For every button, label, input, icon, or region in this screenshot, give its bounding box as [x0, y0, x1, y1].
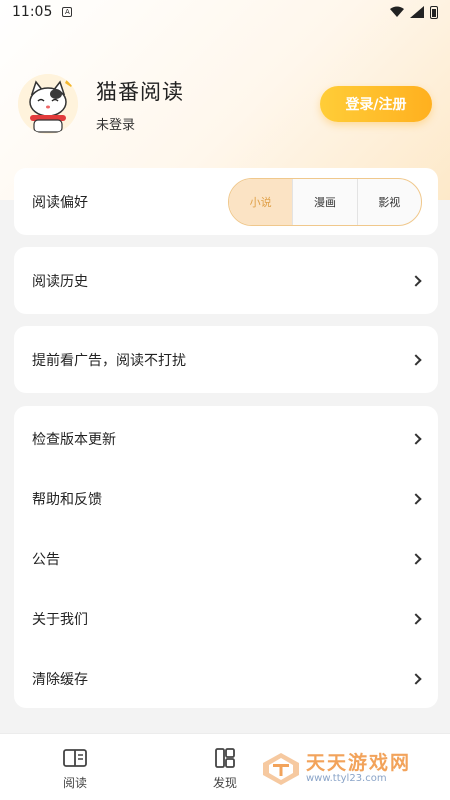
profile-header: 猫番阅读 未登录 登录/注册: [18, 72, 432, 136]
pref-option-novel[interactable]: 小说: [229, 179, 293, 225]
discover-grid-icon: [215, 748, 235, 768]
watermark-title: 天天游戏网: [306, 752, 412, 774]
nav-tab-label: 发现: [212, 776, 237, 790]
menu-item-about-us[interactable]: 关于我们: [14, 589, 438, 649]
chevron-right-icon: [410, 613, 422, 625]
avatar[interactable]: [18, 74, 78, 134]
chevron-right-icon: [410, 673, 422, 685]
login-register-button[interactable]: 登录/注册: [320, 86, 432, 122]
login-state-text: 未登录: [96, 117, 136, 133]
nav-tab-label: 阅读: [62, 776, 87, 790]
reading-preference-label: 阅读偏好: [32, 194, 88, 211]
nav-tab-read[interactable]: 阅读: [0, 734, 150, 800]
menu-item-announcement[interactable]: 公告: [14, 529, 438, 589]
menu-item-watch-ads[interactable]: 提前看广告，阅读不打扰: [14, 326, 438, 393]
menu-item-clear-cache[interactable]: 清除缓存: [14, 649, 438, 709]
menu-item-label: 帮助和反馈: [32, 492, 102, 508]
menu-item-help-feedback[interactable]: 帮助和反馈: [14, 469, 438, 529]
menu-item-label: 公告: [32, 552, 60, 568]
watermark: 天天游戏网 www.ttyl23.com: [262, 752, 411, 786]
reading-preference-selector: 小说 漫画 影视: [228, 178, 422, 226]
status-bar: 11:05 A: [0, 0, 450, 24]
pref-option-video[interactable]: 影视: [356, 179, 421, 225]
menu-item-check-update[interactable]: 检查版本更新: [14, 409, 438, 469]
menu-item-label: 检查版本更新: [32, 432, 116, 448]
menu-item-label: 阅读历史: [32, 273, 88, 290]
watermark-url: www.ttyl23.com: [306, 773, 387, 784]
wifi-icon: [390, 6, 404, 17]
chevron-right-icon: [410, 493, 422, 505]
chevron-right-icon: [410, 274, 422, 287]
app-name: 猫番阅读: [96, 79, 184, 104]
menu-item-label: 提前看广告，阅读不打扰: [32, 352, 186, 369]
menu-item-reading-history[interactable]: 阅读历史: [14, 247, 438, 314]
reading-preference-card: 阅读偏好 小说 漫画 影视: [14, 168, 438, 235]
chevron-right-icon: [410, 433, 422, 445]
watch-ads-card[interactable]: 提前看广告，阅读不打扰: [14, 326, 438, 393]
sim-icon: A: [62, 7, 73, 17]
cat-avatar-icon: [18, 74, 78, 134]
pref-option-comic[interactable]: 漫画: [292, 179, 356, 225]
reading-preference-row: 阅读偏好 小说 漫画 影视: [14, 168, 438, 235]
menu-item-label: 清除缓存: [32, 672, 88, 688]
signal-icon: [410, 6, 424, 18]
settings-menu-card: 检查版本更新 帮助和反馈 公告 关于我们 清除缓存: [14, 406, 438, 708]
watermark-logo-icon: [263, 753, 299, 785]
book-icon: [63, 749, 87, 767]
status-time: 11:05: [12, 4, 53, 20]
chevron-right-icon: [410, 553, 422, 565]
menu-item-label: 关于我们: [32, 612, 88, 628]
battery-icon: [430, 5, 438, 19]
reading-history-card[interactable]: 阅读历史: [14, 247, 438, 314]
chevron-right-icon: [410, 353, 422, 366]
